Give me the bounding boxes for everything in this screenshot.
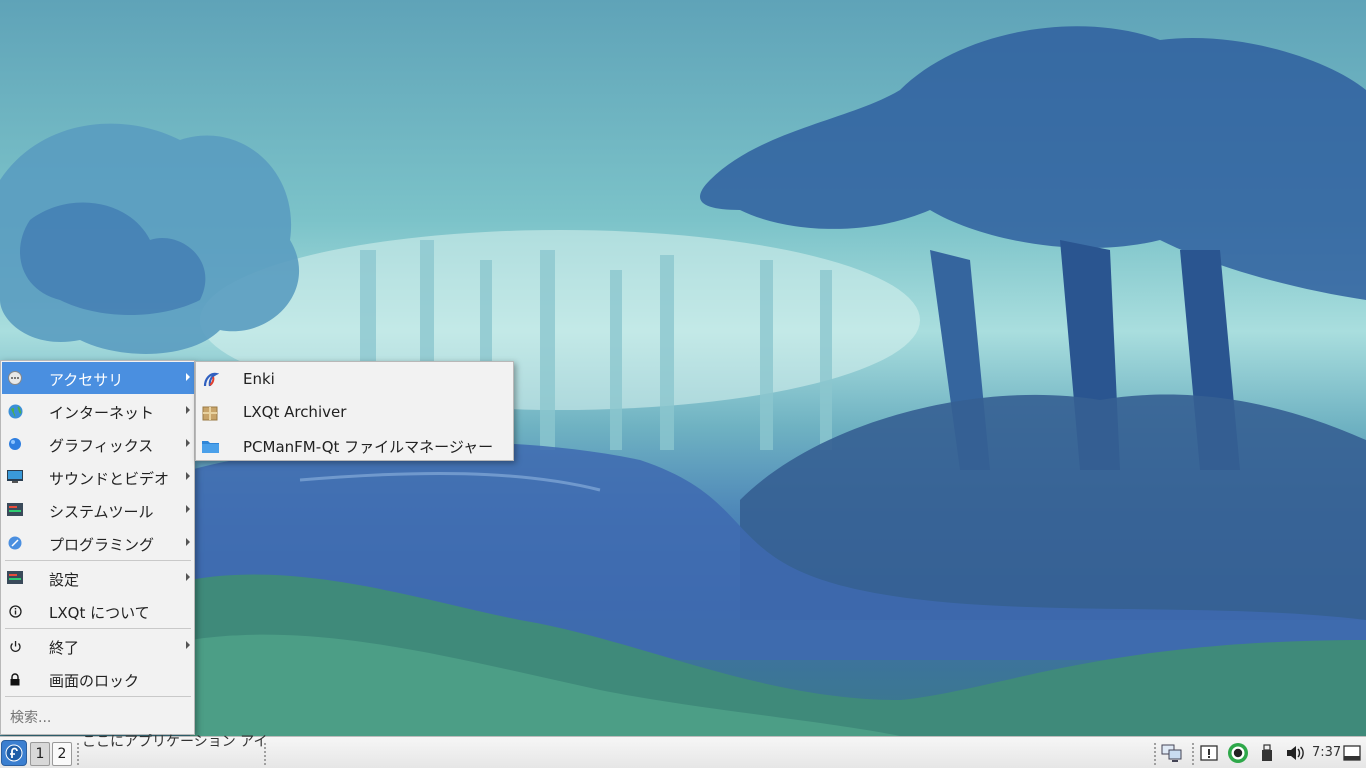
- programming-icon: [7, 535, 23, 551]
- menu-item-label: インターネット: [49, 404, 155, 422]
- menu-item-label: 設定: [49, 571, 80, 589]
- network-icon[interactable]: [1161, 742, 1183, 764]
- menu-item-label: サウンドとビデオ: [49, 470, 170, 488]
- menu-item-label: プログラミング: [49, 536, 155, 554]
- submenu-item-enki[interactable]: Enki: [197, 363, 513, 396]
- menu-item-label: システムツール: [49, 503, 154, 521]
- panel-grip-handle[interactable]: [263, 742, 267, 766]
- submenu-item-label: LXQt Archiver: [243, 403, 347, 421]
- system-tools-icon: [7, 502, 23, 518]
- main-menu-button[interactable]: [1, 740, 27, 766]
- fedora-logo-icon: [5, 744, 23, 762]
- taskbar-panel: 1 2 ここにアプリケーション アイコンをドロップします 7:37: [0, 734, 1366, 768]
- menu-item-system-tools[interactable]: システムツール: [2, 494, 194, 526]
- chevron-right-icon: [186, 505, 190, 513]
- menu-separator: [5, 560, 191, 561]
- chevron-right-icon: [186, 573, 190, 581]
- menu-item-label: 画面のロック: [49, 672, 140, 690]
- quicklaunch-hint: ここにアプリケーション アイコンをドロップします: [82, 734, 267, 750]
- submenu-item-pcmanfm-qt[interactable]: PCManFM-Qt ファイルマネージャー: [197, 429, 513, 462]
- panel-grip-handle[interactable]: [1153, 742, 1157, 766]
- chevron-right-icon: [186, 373, 190, 381]
- folder-icon: [201, 437, 219, 455]
- chevron-right-icon: [186, 406, 190, 414]
- accessories-icon: [7, 370, 23, 386]
- lock-icon: [7, 671, 23, 687]
- desktop-switch-1[interactable]: 1: [30, 742, 50, 766]
- menu-item-label: 終了: [49, 639, 80, 657]
- menu-item-programming[interactable]: プログラミング: [2, 527, 194, 559]
- info-icon: [7, 603, 23, 619]
- settings-icon: [7, 570, 23, 586]
- panel-grip-handle[interactable]: [1191, 742, 1195, 766]
- submenu-item-label: PCManFM-Qt ファイルマネージャー: [243, 438, 494, 456]
- application-menu: アクセサリ インターネット グラフィックス サウンドとビデオ システムツール プ: [0, 360, 195, 735]
- usb-icon[interactable]: [1256, 742, 1278, 764]
- notification-icon[interactable]: [1198, 742, 1220, 764]
- multimedia-icon: [7, 469, 23, 485]
- menu-separator: [5, 696, 191, 697]
- menu-item-accessories[interactable]: アクセサリ: [2, 362, 194, 394]
- submenu-item-label: Enki: [243, 370, 275, 388]
- enki-icon: [201, 371, 219, 389]
- power-manager-icon[interactable]: [1227, 742, 1249, 764]
- chevron-right-icon: [186, 472, 190, 480]
- menu-item-lock-screen[interactable]: 画面のロック: [2, 663, 194, 695]
- submenu-item-lxqt-archiver[interactable]: LXQt Archiver: [197, 396, 513, 429]
- menu-item-about-lxqt[interactable]: LXQt について: [2, 595, 194, 627]
- chevron-right-icon: [186, 439, 190, 447]
- menu-item-sound-video[interactable]: サウンドとビデオ: [2, 461, 194, 493]
- accessories-submenu: Enki LXQt Archiver PCManFM-Qt ファイルマネージャー: [195, 361, 514, 461]
- volume-icon[interactable]: [1284, 742, 1306, 764]
- internet-icon: [7, 403, 23, 419]
- graphics-icon: [7, 436, 23, 452]
- search-input[interactable]: [2, 703, 194, 733]
- menu-item-graphics[interactable]: グラフィックス: [2, 428, 194, 460]
- show-desktop-icon[interactable]: [1341, 742, 1363, 764]
- menu-item-settings[interactable]: 設定: [2, 562, 194, 594]
- chevron-right-icon: [186, 641, 190, 649]
- power-icon: [7, 638, 23, 654]
- menu-separator: [5, 628, 191, 629]
- menu-item-label: LXQt について: [49, 604, 150, 622]
- chevron-right-icon: [186, 538, 190, 546]
- clock[interactable]: 7:37: [1312, 745, 1341, 760]
- archiver-icon: [201, 404, 219, 422]
- desktop-switch-2[interactable]: 2: [52, 742, 72, 766]
- menu-search: [2, 703, 194, 733]
- panel-grip-handle[interactable]: [76, 742, 80, 766]
- menu-item-label: グラフィックス: [49, 437, 154, 455]
- menu-item-leave[interactable]: 終了: [2, 630, 194, 662]
- menu-item-internet[interactable]: インターネット: [2, 395, 194, 427]
- menu-item-label: アクセサリ: [49, 371, 124, 389]
